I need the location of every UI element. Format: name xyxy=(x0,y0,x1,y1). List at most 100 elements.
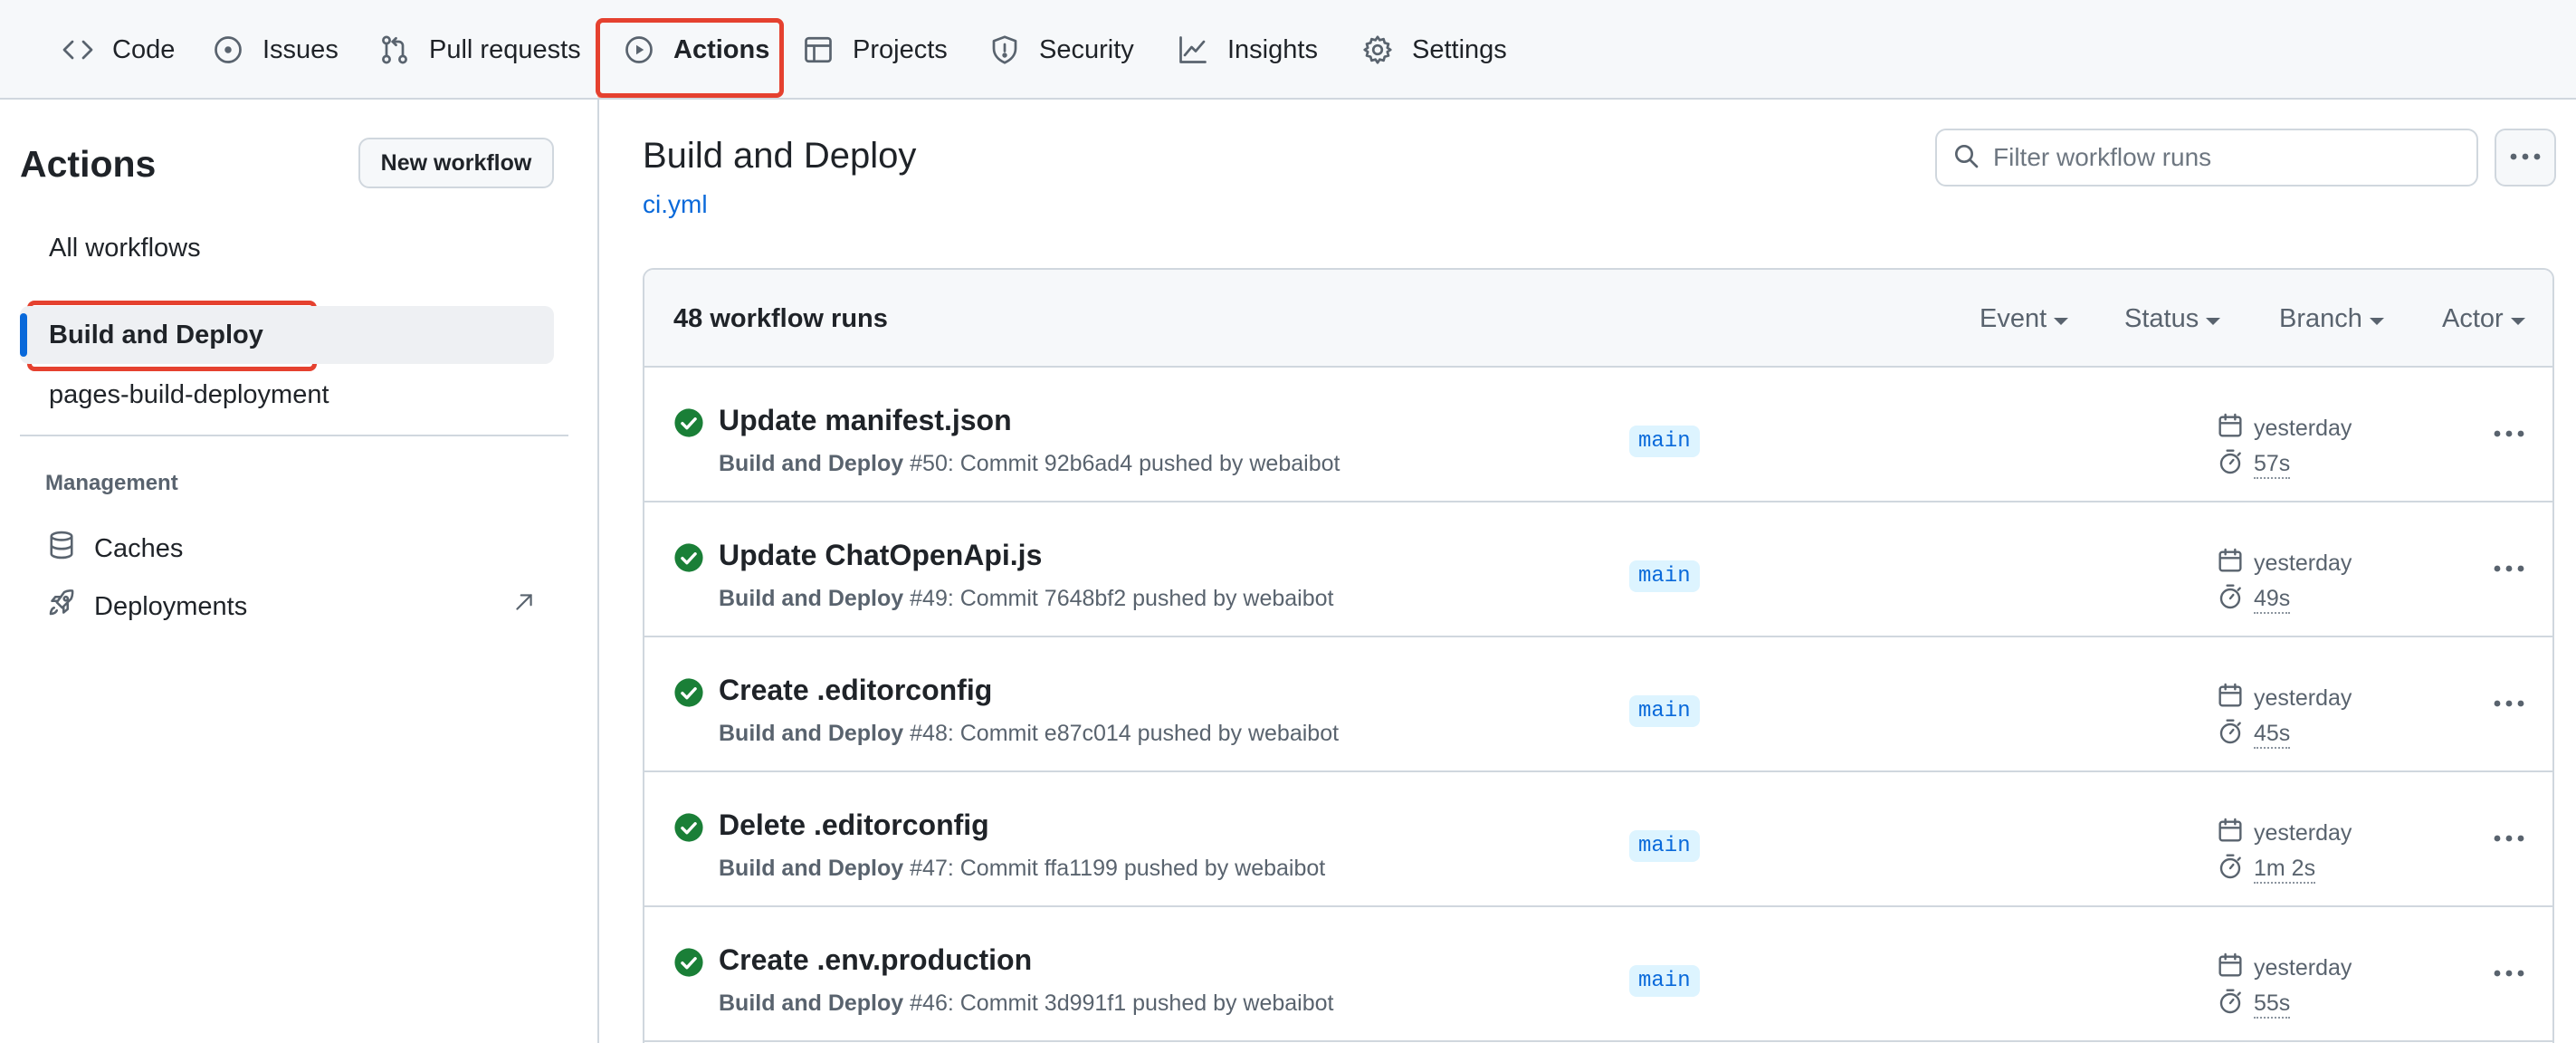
run-duration: 45s xyxy=(2216,717,2291,752)
dropdown-label: Status xyxy=(2124,304,2199,333)
tab-code[interactable]: Code xyxy=(62,20,175,80)
sidebar-item-caches[interactable]: Caches xyxy=(45,529,183,569)
filter-runs-input[interactable] xyxy=(1993,143,2464,172)
run-title[interactable]: Update manifest.json xyxy=(719,404,1012,437)
kebab-horizontal-icon xyxy=(2493,831,2525,847)
filter-runs-field[interactable] xyxy=(1935,129,2478,187)
dropdown-label: Actor xyxy=(2442,304,2504,333)
branch-badge[interactable]: main xyxy=(1629,426,1700,457)
run-meta: Build and Deploy #48: Commit e87c014 pus… xyxy=(719,721,1339,747)
run-meta: Build and Deploy #49: Commit 7648bf2 pus… xyxy=(719,586,1334,612)
tab-label: Code xyxy=(112,34,176,64)
tab-security[interactable]: Security xyxy=(988,20,1134,80)
run-meta: Build and Deploy #50: Commit 92b6ad4 pus… xyxy=(719,451,1340,477)
workflow-file-link[interactable]: ci.yml xyxy=(643,190,708,219)
calendar-icon xyxy=(2216,546,2245,581)
workflow-run-row[interactable]: Create .env.production Build and Deploy … xyxy=(644,907,2552,1042)
database-icon xyxy=(45,529,78,569)
tab-label: Issues xyxy=(262,34,339,64)
run-menu-button[interactable] xyxy=(2485,956,2533,992)
run-duration-text: 55s xyxy=(2254,990,2291,1019)
tab-insights[interactable]: Insights xyxy=(1177,20,1318,80)
sidebar-item-pages-build-deployment[interactable]: pages-build-deployment xyxy=(49,380,329,410)
play-icon xyxy=(623,33,655,66)
workflow-run-row[interactable]: Update ChatOpenApi.js Build and Deploy #… xyxy=(644,502,2552,637)
run-workflow-name: Build and Deploy xyxy=(719,990,904,1016)
run-duration: 55s xyxy=(2216,987,2291,1022)
run-title[interactable]: Update ChatOpenApi.js xyxy=(719,539,1042,572)
actor-filter-dropdown[interactable]: Actor xyxy=(2442,304,2525,334)
code-icon xyxy=(62,33,94,66)
tab-projects[interactable]: Projects xyxy=(802,20,948,80)
run-workflow-name: Build and Deploy xyxy=(719,451,904,476)
run-menu-button[interactable] xyxy=(2485,821,2533,857)
workflow-runs-list: 48 workflow runs Event Status Branch Act… xyxy=(643,268,2554,1043)
run-date-text: yesterday xyxy=(2254,955,2352,981)
stopwatch-icon xyxy=(2216,987,2245,1022)
gear-icon xyxy=(1361,33,1394,66)
caret-down-icon xyxy=(2054,317,2069,325)
kebab-horizontal-icon xyxy=(2493,966,2525,982)
stopwatch-icon xyxy=(2216,852,2245,887)
workflow-run-row[interactable]: Create .editorconfig Build and Deploy #4… xyxy=(644,637,2552,772)
calendar-icon xyxy=(2216,951,2245,986)
run-date: yesterday xyxy=(2216,411,2352,446)
sidebar-item-deployments[interactable]: Deployments xyxy=(45,587,247,627)
kebab-horizontal-icon xyxy=(2493,561,2525,578)
new-workflow-button[interactable]: New workflow xyxy=(358,138,554,188)
run-menu-button[interactable] xyxy=(2485,551,2533,588)
workflow-run-row[interactable]: Delete .editorconfig Build and Deploy #4… xyxy=(644,772,2552,907)
run-title[interactable]: Create .env.production xyxy=(719,943,1032,977)
run-title[interactable]: Create .editorconfig xyxy=(719,674,992,707)
run-duration-text: 45s xyxy=(2254,721,2291,749)
tab-label: Actions xyxy=(673,34,770,64)
tab-actions[interactable]: Actions xyxy=(623,20,769,80)
run-duration-text: 57s xyxy=(2254,451,2291,479)
pull-request-icon xyxy=(378,33,411,66)
run-meta: Build and Deploy #47: Commit ffa1199 pus… xyxy=(719,856,1325,882)
branch-badge[interactable]: main xyxy=(1629,695,1700,727)
tab-pull-requests[interactable]: Pull requests xyxy=(378,20,581,80)
branch-filter-dropdown[interactable]: Branch xyxy=(2279,304,2384,334)
dropdown-label: Event xyxy=(1980,304,2047,333)
event-filter-dropdown[interactable]: Event xyxy=(1980,304,2069,334)
run-date-text: yesterday xyxy=(2254,685,2352,711)
run-menu-button[interactable] xyxy=(2485,686,2533,722)
run-detail: #47: Commit ffa1199 pushed by webaibot xyxy=(903,856,1326,881)
kebab-horizontal-icon xyxy=(2493,696,2525,713)
workflow-run-row[interactable]: Update manifest.json Build and Deploy #5… xyxy=(644,368,2552,502)
run-menu-button[interactable] xyxy=(2485,416,2533,453)
run-duration: 57s xyxy=(2216,447,2291,483)
run-workflow-name: Build and Deploy xyxy=(719,721,904,746)
run-detail: #46: Commit 3d991f1 pushed by webaibot xyxy=(903,990,1334,1016)
runs-list-header: 48 workflow runs Event Status Branch Act… xyxy=(644,270,2552,368)
run-date: yesterday xyxy=(2216,681,2352,716)
repo-nav: Code Issues Pull requests Actions Projec… xyxy=(0,0,2576,100)
dropdown-label: Branch xyxy=(2279,304,2362,333)
sidebar-title: Actions xyxy=(20,143,157,185)
tab-label: Pull requests xyxy=(429,34,581,64)
rocket-icon xyxy=(45,587,78,627)
tab-label: Security xyxy=(1039,34,1134,64)
run-duration-text: 1m 2s xyxy=(2254,856,2316,884)
run-date-text: yesterday xyxy=(2254,416,2352,441)
run-duration: 49s xyxy=(2216,582,2291,617)
workflow-title: Build and Deploy xyxy=(643,136,917,176)
sidebar-item-all-workflows[interactable]: All workflows xyxy=(49,234,201,263)
tab-settings[interactable]: Settings xyxy=(1361,20,1507,80)
more-options-button[interactable] xyxy=(2495,129,2556,187)
sidebar-item-label: Caches xyxy=(94,533,184,563)
tab-issues[interactable]: Issues xyxy=(212,20,339,80)
calendar-icon xyxy=(2216,816,2245,851)
caret-down-icon xyxy=(2206,317,2221,325)
check-circle-icon xyxy=(673,677,704,708)
graph-icon xyxy=(1177,33,1209,66)
sidebar-item-build-and-deploy[interactable]: Build and Deploy xyxy=(49,321,263,350)
branch-badge[interactable]: main xyxy=(1629,560,1700,592)
stopwatch-icon xyxy=(2216,582,2245,617)
status-filter-dropdown[interactable]: Status xyxy=(2124,304,2221,334)
branch-badge[interactable]: main xyxy=(1629,965,1700,997)
run-duration: 1m 2s xyxy=(2216,852,2316,887)
branch-badge[interactable]: main xyxy=(1629,830,1700,862)
run-title[interactable]: Delete .editorconfig xyxy=(719,809,989,842)
